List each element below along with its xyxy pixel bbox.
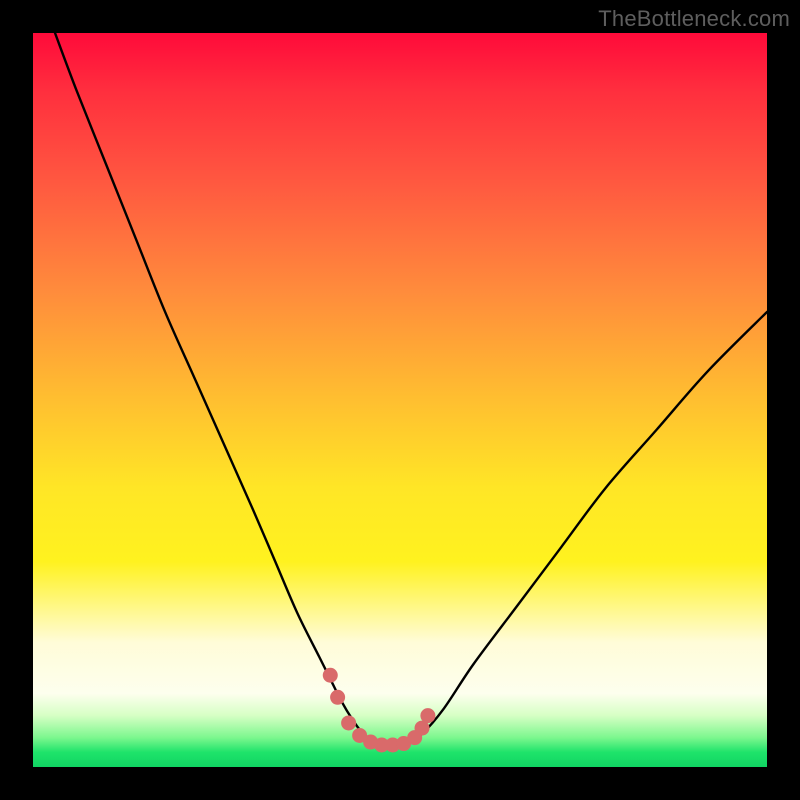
bottleneck-curve	[55, 33, 767, 745]
highlight-dot	[323, 668, 338, 683]
plot-area	[33, 33, 767, 767]
highlight-dot	[341, 715, 356, 730]
watermark-text: TheBottleneck.com	[598, 6, 790, 32]
chart-frame: TheBottleneck.com	[0, 0, 800, 800]
highlight-dot	[330, 690, 345, 705]
curve-svg	[33, 33, 767, 767]
highlight-dot	[420, 708, 435, 723]
highlight-dots	[323, 668, 436, 753]
